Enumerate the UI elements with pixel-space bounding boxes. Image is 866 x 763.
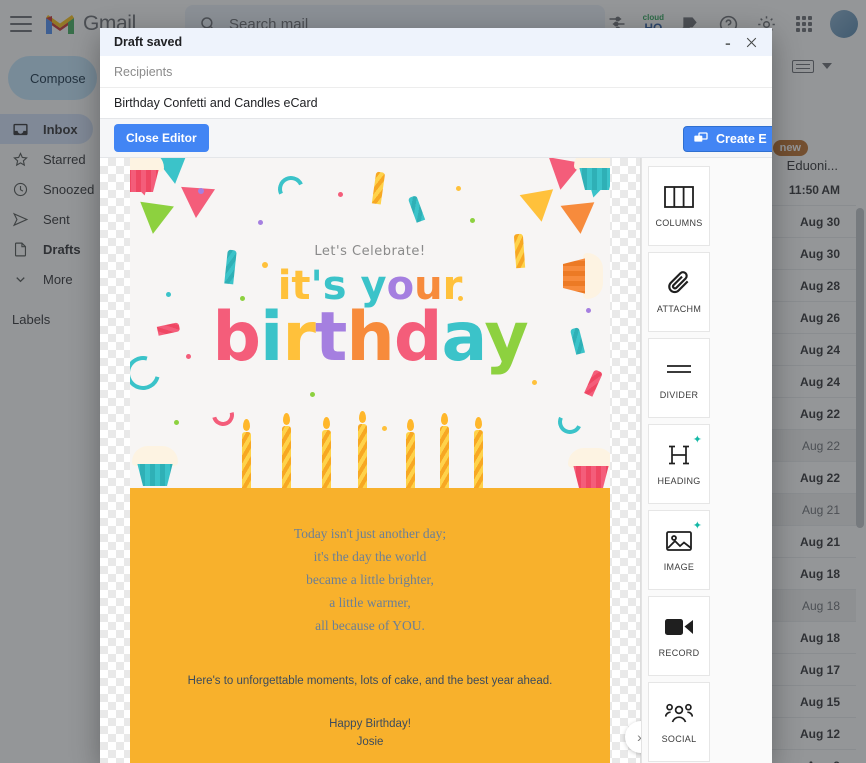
create-email-button[interactable]: Create E [683, 126, 772, 152]
image-icon [664, 528, 694, 554]
record-video-icon [664, 614, 694, 640]
confetti-dot [258, 220, 263, 225]
minimize-icon[interactable] [718, 31, 740, 53]
signoff-block: Happy Birthday! Josie [156, 715, 584, 751]
signoff: Happy Birthday! [329, 718, 411, 730]
poem-line: Today isn't just another day; [293, 526, 447, 541]
message-block[interactable]: Today isn't just another day; it's the da… [130, 488, 610, 763]
palette-tile-label: HEADING [657, 476, 701, 486]
bunting-flag [560, 202, 598, 236]
recipients-field[interactable]: Recipients [100, 56, 772, 88]
subject-field[interactable]: Birthday Confetti and Candles eCard [100, 88, 772, 118]
palette-tile-label: SOCIAL [661, 734, 697, 744]
confetti-dot [532, 380, 537, 385]
editor-action-bar: Close Editor Create E [100, 118, 772, 158]
signature: Josie [356, 736, 384, 748]
dialog-header: Draft saved [100, 28, 772, 56]
poem-line: a little warmer, [329, 595, 411, 610]
palette-tile-record[interactable]: RECORD [648, 596, 710, 676]
candle-decoration [371, 171, 386, 205]
email-card[interactable]: Let's Celebrate! it's your birthday Toda… [130, 158, 610, 763]
palette-tile-columns[interactable]: COLUMNS [648, 166, 710, 246]
cupcake-decoration [568, 448, 610, 488]
confetti-dot [456, 186, 461, 191]
screen: Gmail Search mail cloud HQ [0, 0, 866, 763]
poem-line: all because of YOU. [315, 618, 425, 633]
cupcake-decoration [130, 158, 164, 192]
streamer-decoration [207, 399, 239, 431]
palette-tile-image[interactable]: ✦ IMAGE [648, 510, 710, 590]
streamer-decoration [554, 406, 586, 438]
cupcake-decoration [574, 158, 610, 190]
confetti-dot [174, 420, 179, 425]
recipients-placeholder: Recipients [114, 64, 173, 79]
bunting-flag [519, 189, 559, 225]
canvas-divider [640, 158, 641, 763]
palette-tile-label: DIVIDER [659, 390, 699, 400]
confetti-dot [338, 192, 343, 197]
close-editor-button[interactable]: Close Editor [114, 124, 209, 152]
expand-panel-button[interactable]: » [625, 721, 641, 753]
create-email-icon [694, 132, 708, 142]
subject-value: Birthday Confetti and Candles eCard [114, 96, 318, 110]
bunting-flag [178, 186, 216, 220]
palette-tile-label: IMAGE [663, 562, 695, 572]
poem-line: it's the day the world [313, 549, 427, 564]
bunting-flag [136, 201, 174, 237]
hero-birthday-text: birthday [212, 298, 528, 377]
columns-icon [664, 184, 694, 210]
palette-tile-divider[interactable]: DIVIDER [648, 338, 710, 418]
confetti-dot [382, 426, 387, 431]
close-icon[interactable] [740, 31, 762, 53]
confetti-dot [310, 392, 315, 397]
streamer-decoration [274, 172, 308, 206]
dialog-title: Draft saved [114, 35, 183, 49]
divider-icon [664, 356, 694, 382]
ai-sparkle-icon: ✦ [692, 520, 702, 532]
block-palette: COLUMNS ATTACHM DIVIDER ✦ HEADING ✦ IMAGE RECOR… [641, 158, 772, 763]
poem-line: became a little brighter, [306, 572, 434, 587]
palette-tile-label: COLUMNS [655, 218, 703, 228]
palette-tile-social[interactable]: SOCIAL [648, 682, 710, 762]
confetti-dot [470, 218, 475, 223]
poem-text: Today isn't just another day; it's the da… [156, 522, 584, 637]
hero-image-block[interactable]: Let's Celebrate! it's your birthday [130, 158, 610, 488]
create-email-label: Create E [716, 132, 767, 146]
compose-dialog: Draft saved Recipients Birthday Confetti… [100, 28, 772, 763]
social-icon [664, 700, 694, 726]
closing-line: Here's to unforgettable moments, lots of… [187, 675, 553, 687]
heading-icon [664, 442, 694, 468]
palette-tile-attachm[interactable]: ATTACHM [648, 252, 710, 332]
ai-sparkle-icon: ✦ [692, 434, 702, 446]
editor-body: » [100, 158, 772, 763]
candle-decoration [407, 195, 426, 223]
editor-canvas[interactable]: » [100, 158, 641, 763]
palette-tile-label: RECORD [658, 648, 700, 658]
palette-tile-label: ATTACHM [656, 304, 702, 314]
palette-tile-heading[interactable]: ✦ HEADING [648, 424, 710, 504]
cupcake-decoration [132, 446, 178, 486]
confetti-dot [198, 188, 204, 194]
attachment-icon [664, 270, 694, 296]
hero-celebrate-text: Let's Celebrate! [314, 244, 426, 259]
